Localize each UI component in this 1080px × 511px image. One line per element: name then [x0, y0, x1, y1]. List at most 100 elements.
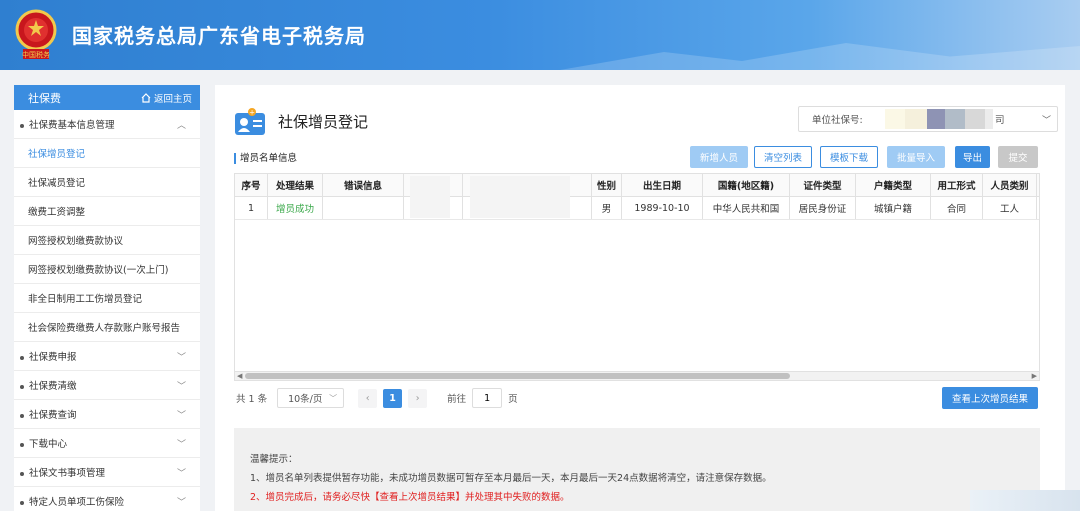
unit-name-redacted: [885, 109, 993, 129]
sidebar-item-bank-account-report[interactable]: 社会保险费缴费人存款账户账号报告: [14, 313, 200, 342]
sidebar-item-label: 非全日制用工工伤增员登记: [28, 294, 143, 305]
chevron-down-icon: ﹀: [329, 393, 338, 403]
page-number-button[interactable]: 1: [383, 388, 403, 408]
sidebar-item-label: 社保增员登记: [28, 149, 86, 160]
page-title: 社保增员登记: [278, 113, 369, 131]
sidebar-item-add-staff[interactable]: 社保增员登记: [14, 139, 200, 168]
sidebar-item-online-agreement[interactable]: 网签授权划缴费款协议: [14, 226, 200, 255]
chevron-down-icon: ﹀: [176, 381, 186, 392]
col-id-type: 证件类型: [790, 174, 856, 196]
bullet-icon: [20, 442, 24, 447]
export-button[interactable]: 导出: [955, 146, 990, 168]
chevron-down-icon: ﹀: [1041, 116, 1051, 126]
scrollbar-thumb[interactable]: [245, 373, 790, 379]
scroll-right-icon[interactable]: ▶: [1032, 372, 1037, 380]
home-icon: [141, 92, 151, 103]
sidebar-group-settle[interactable]: 社保费清缴 ﹀: [14, 371, 200, 400]
sidebar-group-label: 社保费基本信息管理: [29, 120, 115, 131]
bullet-icon: [20, 500, 24, 505]
sidebar-group-query[interactable]: 社保费查询 ﹀: [14, 400, 200, 429]
section-label: 增员名单信息: [234, 153, 297, 164]
page-unit-label: 页: [508, 394, 518, 405]
sidebar-header: 社保费 返回主页: [14, 85, 200, 110]
next-page-button[interactable]: ›: [408, 388, 428, 408]
add-staff-button[interactable]: 新增人员: [690, 146, 748, 168]
svg-text:+: +: [249, 109, 255, 117]
sidebar-item-label: 网签授权划缴费款协议: [28, 236, 124, 247]
sidebar-group-label: 社保费申报: [29, 352, 77, 363]
tips-title: 温馨提示：: [250, 454, 298, 465]
sidebar-item-label: 社保减员登记: [28, 178, 86, 189]
unit-name-suffix: 司: [995, 115, 1005, 126]
page-size-select[interactable]: 10条/页 ﹀: [277, 388, 345, 408]
table-row[interactable]: 1 增员成功 男 1989-10-10 中华人民共和国 居民身份证 城镇户籍 合…: [235, 197, 1039, 220]
col-household: 户籍类型: [856, 174, 931, 196]
return-home-link[interactable]: 返回主页: [141, 91, 192, 105]
cell-gender: 男: [592, 197, 622, 219]
tips-line-1: 1、增员名单列表提供暂存功能，未成功增员数据可暂存至本月最后一天，本月最后一天2…: [250, 473, 772, 484]
prev-page-button[interactable]: ‹: [358, 388, 378, 408]
svg-text:中国税务: 中国税务: [22, 50, 50, 59]
bullet-icon: [20, 471, 24, 476]
sidebar-group-documents[interactable]: 社保文书事项管理 ﹀: [14, 458, 200, 487]
bullet-icon: [20, 413, 24, 418]
horizontal-scrollbar[interactable]: ◀ ▶: [235, 371, 1039, 380]
cell-birth: 1989-10-10: [622, 197, 703, 219]
cell-id-type: 居民身份证: [790, 197, 856, 219]
col-error: 错误信息: [323, 174, 404, 196]
view-last-result-button[interactable]: 查看上次增员结果: [942, 387, 1038, 409]
sidebar-item-label: 缴费工资调整: [28, 207, 86, 218]
clear-list-button[interactable]: 清空列表: [754, 146, 812, 168]
chevron-down-icon: ﹀: [176, 468, 186, 479]
id-number-redaction: [470, 176, 570, 218]
scroll-left-icon[interactable]: ◀: [237, 372, 242, 380]
sidebar-group-basic-info[interactable]: 社保费基本信息管理 ︿: [14, 110, 200, 139]
pagination: 共 1 条 10条/页 ﹀ ‹ 1 › 前往 页: [236, 388, 518, 408]
sidebar-group-label: 下载中心: [29, 439, 68, 450]
col-result: 处理结果: [268, 174, 323, 196]
sidebar-group-label: 社保费查询: [29, 410, 77, 421]
col-gender: 性别: [592, 174, 622, 196]
sidebar-group-declare[interactable]: 社保费申报 ﹀: [14, 342, 200, 371]
bullet-icon: [20, 384, 24, 389]
add-person-icon: +: [235, 108, 265, 135]
bullet-icon: [20, 123, 24, 128]
table-header: 序号 处理结果 错误信息 姓名 证件号码 性别 出生日期 国籍(地区籍) 证件类…: [235, 174, 1039, 197]
unit-number-label: 单位社保号:: [812, 115, 863, 126]
goto-page-input[interactable]: [472, 388, 503, 408]
sidebar-group-label: 特定人员单项工伤保险: [29, 497, 125, 508]
chevron-down-icon: ﹀: [176, 352, 186, 363]
col-birth: 出生日期: [622, 174, 703, 196]
cell-index: 1: [235, 197, 268, 219]
cell-employment: 合同: [931, 197, 983, 219]
sidebar-item-label: 社会保险费缴费人存款账户账号报告: [28, 323, 181, 334]
sidebar-group-label: 社保费清缴: [29, 381, 77, 392]
unit-social-security-select[interactable]: 单位社保号: 司 ﹀: [798, 106, 1058, 132]
goto-label: 前往: [447, 394, 467, 405]
sidebar-group-download[interactable]: 下载中心 ﹀: [14, 429, 200, 458]
template-download-button[interactable]: 模板下载: [820, 146, 878, 168]
return-home-label: 返回主页: [153, 93, 192, 105]
staff-table: 序号 处理结果 错误信息 姓名 证件号码 性别 出生日期 国籍(地区籍) 证件类…: [234, 173, 1040, 381]
chevron-down-icon: ﹀: [176, 439, 186, 450]
sidebar-item-wage-adjust[interactable]: 缴费工资调整: [14, 197, 200, 226]
national-emblem-icon: 中国税务: [15, 9, 57, 59]
sidebar-group-injury-insurance[interactable]: 特定人员单项工伤保险 ﹀: [14, 487, 200, 511]
sidebar-item-remove-staff[interactable]: 社保减员登记: [14, 168, 200, 197]
cell-nationality: 中华人民共和国: [703, 197, 790, 219]
sidebar-item-parttime-injury[interactable]: 非全日制用工工伤增员登记: [14, 284, 200, 313]
col-category: 人员类别: [983, 174, 1037, 196]
site-title: 国家税务总局广东省电子税务局: [72, 24, 366, 48]
tips-box: 温馨提示： 1、增员名单列表提供暂存功能，未成功增员数据可暂存至本月最后一天，本…: [234, 428, 1040, 511]
name-redaction: [410, 176, 450, 218]
corner-overlay: [970, 490, 1080, 511]
main-panel: + 社保增员登记 单位社保号: 司 ﹀ 增员名单信息 新增人员 清空列表 模板下…: [215, 85, 1065, 511]
bullet-icon: [20, 355, 24, 360]
sidebar-item-online-agreement-onsite[interactable]: 网签授权划缴费款协议(一次上门): [14, 255, 200, 284]
batch-import-button[interactable]: 批量导入: [887, 146, 945, 168]
col-index: 序号: [235, 174, 268, 196]
tips-line-2: 2、增员完成后，请务必尽快【查看上次增员结果】并处理其中失败的数据。: [250, 492, 570, 503]
top-banner: 中国税务 国家税务总局广东省电子税务局: [0, 0, 1080, 70]
chevron-down-icon: ﹀: [176, 410, 186, 421]
submit-button[interactable]: 提交: [998, 146, 1038, 168]
